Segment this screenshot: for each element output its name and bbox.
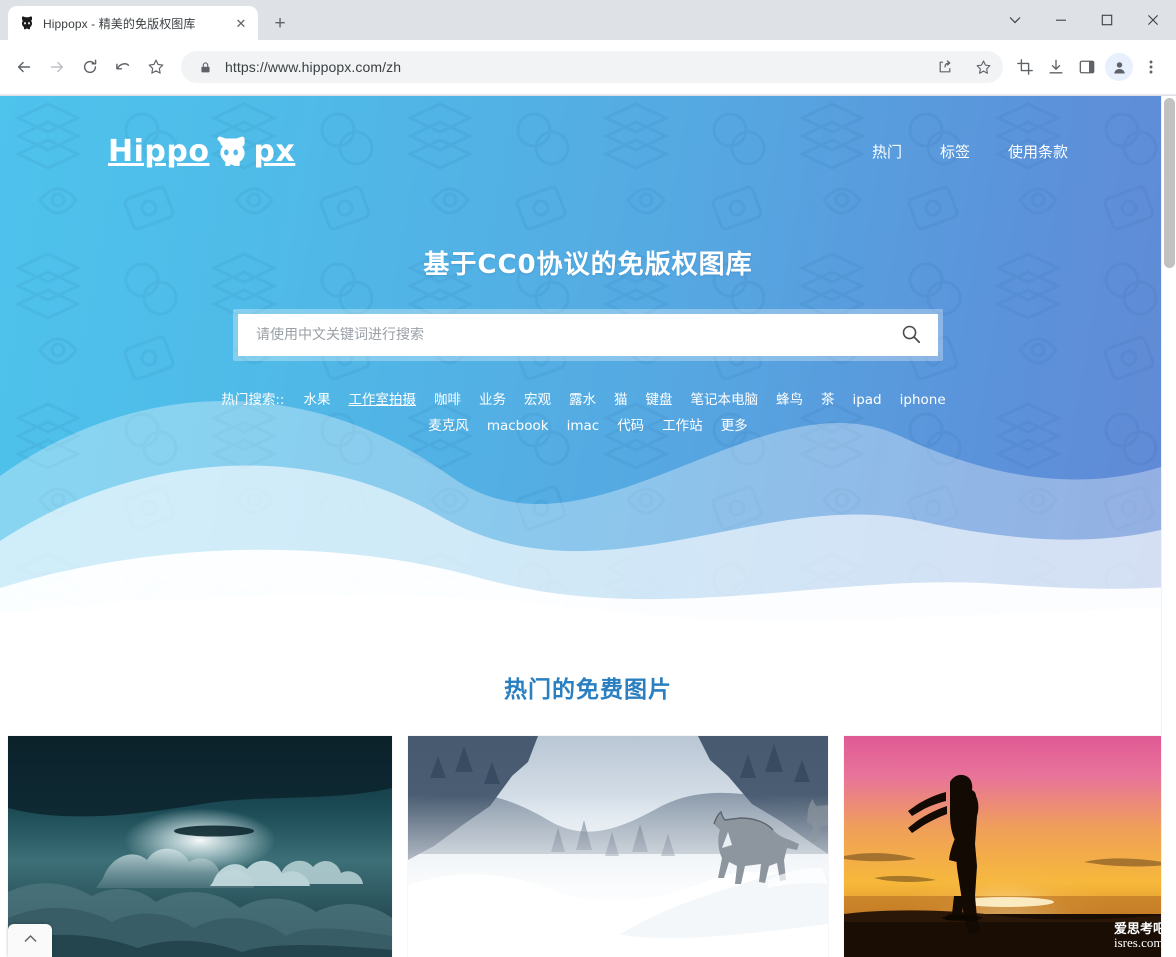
new-tab-button[interactable]: + (266, 9, 294, 37)
hot-tag-hummingbird[interactable]: 蜂鸟 (776, 392, 803, 408)
browser-window: Hippopx - 精美的免版权图库 ✕ + https://www.hippo… (0, 0, 1176, 957)
hot-tag-microphone[interactable]: 麦克风 (428, 418, 469, 434)
logo-text-right: px (253, 133, 296, 169)
popular-section-title: 热门的免费图片 (504, 677, 672, 703)
window-controls (992, 0, 1176, 40)
site-header: Hippo px 热门 标签 使用条款 (108, 96, 1068, 206)
hot-tag-laptop[interactable]: 笔记本电脑 (690, 392, 758, 408)
hot-tag-fruit[interactable]: 水果 (303, 392, 330, 408)
three-dot-menu-icon[interactable] (1136, 51, 1166, 83)
hot-tag-macro[interactable]: 宏观 (524, 392, 551, 408)
maximize-button[interactable] (1084, 0, 1130, 40)
tab-strip: Hippopx - 精美的免版权图库 ✕ + (0, 0, 1176, 40)
site-logo[interactable]: Hippo px (108, 134, 295, 169)
side-panel-icon[interactable] (1072, 51, 1102, 83)
reload-button-icon[interactable] (74, 51, 106, 83)
close-window-button[interactable] (1130, 0, 1176, 40)
hot-searches: 热门搜索:: 水果 工作室拍摄 咖啡 业务 宏观 露水 猫 键盘 笔记本电脑 蜂鸟 茶 ipad ipho… (208, 387, 968, 439)
hot-tag-ipad[interactable]: ipad (852, 392, 881, 408)
hot-tag-studio-shot[interactable]: 工作室拍摄 (348, 392, 416, 408)
hot-tag-code[interactable]: 代码 (617, 418, 644, 434)
photo-wolf-in-foggy-mountains[interactable] (408, 736, 828, 957)
hot-tag-imac[interactable]: imac (567, 418, 600, 434)
back-button-icon[interactable] (8, 51, 40, 83)
search-input[interactable] (256, 327, 886, 343)
address-bar[interactable]: https://www.hippopx.com/zh (181, 51, 1003, 83)
search-submit-button[interactable] (894, 318, 928, 352)
hot-tag-keyboard[interactable]: 键盘 (645, 392, 672, 408)
history-back-arrow-icon[interactable] (107, 51, 139, 83)
photo-dramatic-clouds-sunlight[interactable] (8, 736, 392, 957)
photo-woman-silhouette-sunset-beach[interactable]: 爱思考吧 isres.com (844, 736, 1174, 957)
browser-tab-active[interactable]: Hippopx - 精美的免版权图库 ✕ (8, 6, 258, 40)
nav-item-tags[interactable]: 标签 (940, 141, 970, 162)
site-navigation: 热门 标签 使用条款 (872, 141, 1068, 162)
search-box[interactable] (238, 314, 938, 356)
browser-toolbar: https://www.hippopx.com/zh (0, 40, 1176, 95)
hot-tag-cat[interactable]: 猫 (614, 392, 628, 408)
hero-section: Hippo px 热门 标签 使用条款 基于CC0协议的免版权图库 请使用中文关… (0, 96, 1176, 626)
scrollbar-thumb[interactable] (1164, 98, 1175, 268)
search-icon (900, 323, 922, 348)
popular-photos-section: 热门的免费图片 爱思考吧 isres.com (0, 626, 1176, 957)
minimize-button[interactable] (1038, 0, 1084, 40)
logo-text-left: Hippo (108, 133, 210, 169)
tab-search-chevron-icon[interactable] (992, 0, 1038, 40)
nav-item-hot[interactable]: 热门 (872, 141, 902, 162)
nav-item-terms[interactable]: 使用条款 (1008, 141, 1068, 162)
bookmark-star-left-icon[interactable] (140, 51, 172, 83)
hippo-favicon-icon (19, 15, 35, 31)
url-text: https://www.hippopx.com/zh (225, 59, 402, 75)
profile-avatar-icon[interactable] (1105, 53, 1133, 81)
hot-tag-workstation[interactable]: 工作站 (662, 418, 703, 434)
page-scrollbar[interactable] (1161, 96, 1176, 957)
chevron-up-icon (22, 930, 39, 952)
photo-gallery: 爱思考吧 isres.com (0, 736, 1176, 957)
hot-tag-macbook[interactable]: macbook (487, 418, 549, 434)
hot-tag-more[interactable]: 更多 (721, 418, 748, 434)
download-icon[interactable] (1041, 51, 1071, 83)
hot-tag-tea[interactable]: 茶 (821, 392, 835, 408)
hot-tag-business[interactable]: 业务 (479, 392, 506, 408)
screenshot-icon[interactable] (1010, 51, 1040, 83)
page-viewport: Hippo px 热门 标签 使用条款 基于CC0协议的免版权图库 请使用中文关… (0, 96, 1176, 957)
star-icon[interactable] (969, 53, 997, 81)
hot-tag-iphone[interactable]: iphone (900, 392, 946, 408)
hot-tag-dew[interactable]: 露水 (569, 392, 596, 408)
hippo-face-logo-icon (214, 136, 248, 167)
lock-icon (195, 53, 215, 81)
hero-title: 基于CC0协议的免版权图库 (423, 250, 753, 280)
share-icon[interactable] (931, 53, 959, 81)
tab-title: Hippopx - 精美的免版权图库 (43, 16, 196, 31)
tab-close-icon[interactable]: ✕ (232, 14, 250, 32)
hot-searches-label: 热门搜索:: (221, 392, 285, 408)
search-bar-container (233, 309, 943, 361)
back-to-top-button[interactable] (8, 924, 52, 957)
hot-tag-coffee[interactable]: 咖啡 (434, 392, 461, 408)
forward-button-icon[interactable] (41, 51, 73, 83)
